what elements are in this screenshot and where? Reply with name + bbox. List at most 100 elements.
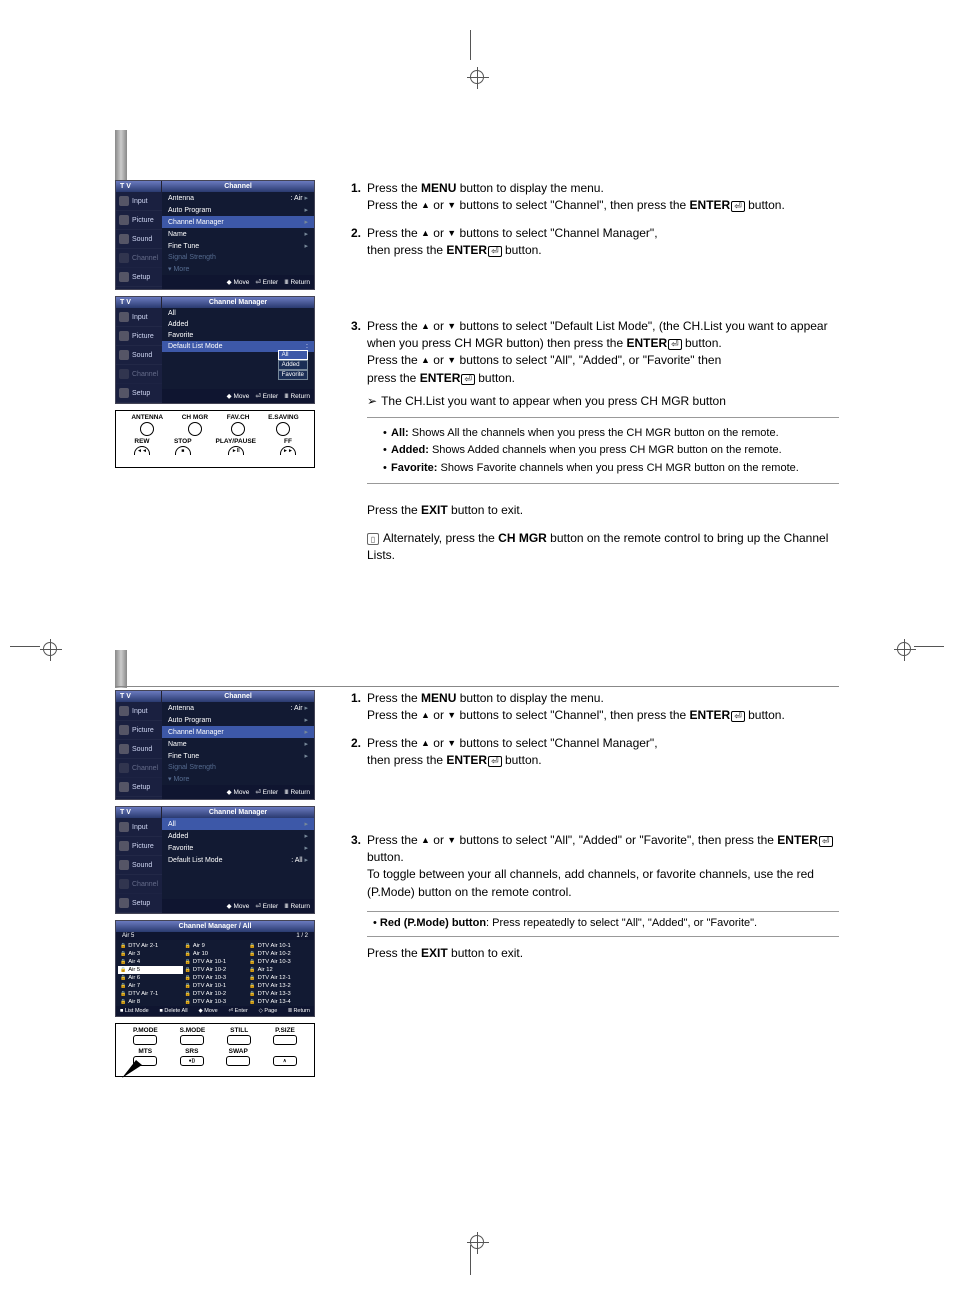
rc-swap: SWAP (229, 1048, 248, 1055)
row-favorite: Favorite (168, 845, 193, 852)
chmgr-bold: CH MGR (498, 531, 547, 545)
crop-mark-left (10, 635, 57, 652)
row-dlm-val: : All (291, 857, 302, 864)
note-arrow-icon: ➢ (367, 394, 377, 408)
chlist-title: Channel Manager / All (116, 921, 314, 932)
remote-hint-icon: ▯ (367, 533, 379, 545)
channel-cell: 🔒Air 5 (118, 966, 183, 974)
rc-favch: FAV.CH (227, 414, 250, 421)
side-sound: Sound (132, 746, 152, 753)
t: buttons to select "Channel", then press … (456, 708, 689, 722)
channel-cell: 🔒Air 4 (118, 958, 183, 966)
t: or (430, 198, 447, 212)
t: button to exit. (448, 946, 523, 960)
opt-all: All (278, 350, 308, 360)
rc-esaving: E.SAVING (268, 414, 299, 421)
channel-cell: 🔒DTV Air 10-3 (247, 958, 312, 966)
row-all: All (168, 821, 176, 828)
t: or (430, 736, 447, 750)
down-arrow-icon: ▼ (447, 709, 456, 722)
side-setup: Setup (132, 900, 150, 907)
down-arrow-icon: ▼ (447, 737, 456, 750)
channel-cell: 🔒DTV Air 10-3 (183, 974, 248, 982)
osd-tv-label: T V (116, 181, 162, 192)
row-name: Name (168, 231, 187, 238)
rc-stop: STOP (174, 438, 192, 445)
enter-bold: ENTER (777, 833, 818, 847)
t: Alternately, press the (383, 531, 498, 545)
osd-tv-label: T V (116, 691, 162, 702)
t: Press the (367, 503, 421, 517)
channel-cell: 🔒DTV Air 10-2 (247, 950, 312, 958)
crop-mark-top (470, 30, 484, 80)
channel-cell: 🔒Air 12 (247, 966, 312, 974)
enter-icon: ⏎ (461, 374, 475, 385)
side-sound: Sound (132, 352, 152, 359)
t: Press the (367, 353, 421, 367)
t: buttons to select "Channel Manager", (456, 736, 657, 750)
down-arrow-icon: ▼ (447, 834, 456, 847)
row-antenna-val: : Air (290, 195, 302, 202)
row-added: Added (168, 833, 188, 840)
side-input: Input (132, 198, 148, 205)
remote-diagram-bottom: P.MODE S.MODE STILL P.SIZE MTS SRS●)) SW… (115, 1023, 315, 1077)
side-sound: Sound (132, 236, 152, 243)
rc-pmode: P.MODE (133, 1027, 158, 1034)
left-column: T V Channel Input Picture Sound Channel … (115, 180, 315, 565)
b: Favorite: (391, 462, 437, 474)
t: button. (475, 371, 515, 385)
footer-return: Return (290, 393, 310, 400)
osd-tv-label: T V (116, 807, 162, 818)
rc-rew: REW (134, 438, 149, 445)
rc-psize: P.SIZE (275, 1027, 295, 1034)
footer-move: Move (233, 393, 249, 400)
section-ornament-bar (115, 130, 127, 180)
up-arrow-icon: ▲ (421, 737, 430, 750)
chlist-enter: Enter (235, 1008, 248, 1014)
channel-cell: 🔒DTV Air 10-2 (183, 966, 248, 974)
enter-icon: ⏎ (819, 836, 833, 847)
menu-bold: MENU (421, 691, 456, 705)
chlist-return: Return (293, 1008, 310, 1014)
menu-bold: MENU (421, 181, 456, 195)
row-all: All (168, 310, 176, 317)
up-arrow-icon: ▲ (421, 834, 430, 847)
side-input: Input (132, 708, 148, 715)
up-arrow-icon: ▲ (421, 354, 430, 367)
t: Press the (367, 181, 421, 195)
channel-cell: 🔒DTV Air 13-4 (247, 998, 312, 1006)
rc-still: STILL (230, 1027, 248, 1034)
chlist-page: Page (264, 1008, 277, 1014)
t: button. (502, 243, 542, 257)
down-arrow-icon: ▼ (447, 354, 456, 367)
t: or (430, 353, 447, 367)
t: Press the (367, 319, 421, 333)
channel-cell: 🔒Air 8 (118, 998, 183, 1006)
footer-enter: Enter (263, 393, 279, 400)
footer-return: Return (290, 279, 310, 286)
enter-icon: ⏎ (668, 339, 682, 350)
t: button. (682, 336, 722, 350)
up-arrow-icon: ▲ (421, 199, 430, 212)
side-channel: Channel (132, 255, 158, 262)
channel-cell: 🔒DTV Air 10-1 (183, 982, 248, 990)
footer-return: Return (290, 789, 310, 796)
enter-bold: ENTER (690, 708, 731, 722)
channel-cell: 🔒DTV Air 12-1 (247, 974, 312, 982)
side-setup: Setup (132, 784, 150, 791)
t: button. (502, 753, 542, 767)
b: All: (391, 427, 409, 439)
osd-channel-menu-2: T V Channel Input Picture Sound Channel … (115, 690, 315, 800)
down-arrow-icon: ▼ (447, 199, 456, 212)
osd-sidebar: Input Picture Sound Channel Setup (116, 192, 162, 289)
enter-bold: ENTER (446, 753, 487, 767)
row-channel-manager: Channel Manager (168, 729, 224, 736)
row-antenna: Antenna (168, 705, 194, 712)
opt-favorite: Favorite (278, 370, 308, 380)
rc-smode: S.MODE (180, 1027, 206, 1034)
t: Press the (367, 226, 421, 240)
footer-move: Move (233, 789, 249, 796)
note-box-2: • Red (P.Mode) button: Press repeatedly … (367, 911, 839, 937)
channel-cell: 🔒Air 6 (118, 974, 183, 982)
row-favorite: Favorite (168, 332, 193, 339)
